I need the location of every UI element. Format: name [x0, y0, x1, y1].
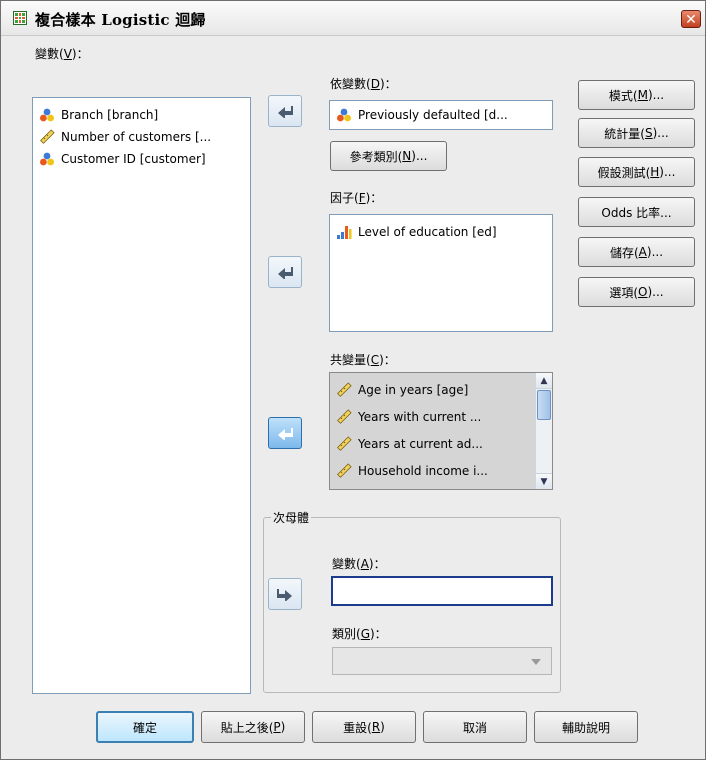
move-to-factors-button[interactable]: [268, 256, 302, 288]
covariate-label: Household income i...: [358, 463, 488, 478]
dependent-label: 依變數(D)：: [330, 77, 397, 91]
statistics-button[interactable]: 統計量(S)...: [578, 118, 695, 148]
cancel-button[interactable]: 取消: [423, 711, 527, 743]
save-button[interactable]: 儲存(A)...: [578, 237, 695, 267]
nominal-icon: [40, 152, 54, 166]
model-button[interactable]: 模式(M)...: [578, 80, 695, 110]
scale-icon: [337, 435, 352, 451]
ordinal-icon: [337, 226, 352, 239]
variables-listbox[interactable]: Branch [branch] Number of customers [...…: [32, 97, 251, 694]
window-title: 複合樣本 Logistic 迴歸: [35, 11, 206, 29]
list-item[interactable]: Number of customers [...: [33, 126, 250, 148]
covariates-label: 共變量(C)：: [330, 353, 396, 367]
scroll-up-icon[interactable]: ▲: [536, 373, 552, 389]
subpopulation-category-select[interactable]: [332, 647, 552, 675]
left-arrow-icon: [278, 106, 293, 118]
help-button[interactable]: 輔助說明: [534, 711, 638, 743]
options-button[interactable]: 選項(O)...: [578, 277, 695, 307]
scale-icon: [40, 129, 55, 144]
covariate-label: Years with current ...: [358, 409, 482, 424]
scale-icon: [337, 381, 352, 397]
dependent-field[interactable]: Previously defaulted [d...: [329, 100, 553, 130]
variable-label: Branch [branch]: [61, 108, 159, 122]
covariate-label: Years at current ad...: [358, 436, 483, 451]
left-arrow-icon: [278, 267, 293, 279]
spss-app-icon: [13, 11, 27, 25]
move-to-covariates-button[interactable]: [268, 417, 302, 449]
list-item[interactable]: Age in years [age]: [330, 376, 552, 403]
variable-label: Customer ID [customer]: [61, 152, 206, 166]
factors-listbox[interactable]: Level of education [ed]: [329, 214, 553, 332]
list-item[interactable]: Customer ID [customer]: [33, 148, 250, 170]
odds-ratios-button[interactable]: Odds 比率...: [578, 197, 695, 227]
nominal-icon: [337, 108, 351, 122]
close-button[interactable]: ✕: [681, 10, 701, 28]
covariates-scrollbar[interactable]: ▲ ▼: [535, 373, 552, 489]
subpopulation-variable-value: [333, 584, 337, 598]
list-item[interactable]: Previously defaulted [d...: [330, 101, 552, 129]
hypothesis-tests-button[interactable]: 假設測試(H)...: [578, 157, 695, 187]
reference-category-button[interactable]: 參考類別(N)...: [330, 141, 447, 171]
subpopulation-category-label: 類別(G)：: [332, 627, 387, 641]
chevron-down-icon: [531, 659, 541, 665]
subpopulation-variable-label: 變數(A)：: [332, 557, 386, 571]
covariate-label: Age in years [age]: [358, 382, 469, 397]
variable-label: Number of customers [...: [61, 130, 212, 144]
list-item[interactable]: Years at current ad...: [330, 430, 552, 457]
covariates-listbox[interactable]: Age in years [age] Years with current ..…: [329, 372, 553, 490]
scroll-thumb[interactable]: [537, 390, 551, 420]
factors-label: 因子(F)：: [330, 191, 383, 205]
factor-label: Level of education [ed]: [358, 225, 497, 239]
list-item[interactable]: Years with current ...: [330, 403, 552, 430]
scale-icon: [337, 462, 352, 478]
list-item[interactable]: Level of education [ed]: [330, 221, 552, 243]
scale-icon: [337, 408, 352, 424]
scroll-down-icon[interactable]: ▼: [536, 473, 552, 489]
list-item[interactable]: Branch [branch]: [33, 104, 250, 126]
nominal-icon: [40, 108, 54, 122]
title-bar: 複合樣本 Logistic 迴歸 ✕: [1, 1, 705, 36]
subpopulation-legend: 次母體: [271, 509, 312, 526]
move-to-dependent-button[interactable]: [268, 95, 302, 127]
ok-button[interactable]: 確定: [96, 711, 194, 743]
dependent-value: Previously defaulted [d...: [358, 108, 508, 122]
left-arrow-icon: [278, 428, 293, 440]
subpopulation-variable-field[interactable]: [331, 576, 553, 606]
reset-button[interactable]: 重設(R): [312, 711, 416, 743]
paste-button[interactable]: 貼上之後(P): [201, 711, 305, 743]
dialog-window: 複合樣本 Logistic 迴歸 ✕ 變數(V)： Branch [branch…: [0, 0, 706, 760]
list-item[interactable]: Household income i...: [330, 457, 552, 484]
variables-label: 變數(V)：: [35, 47, 89, 61]
